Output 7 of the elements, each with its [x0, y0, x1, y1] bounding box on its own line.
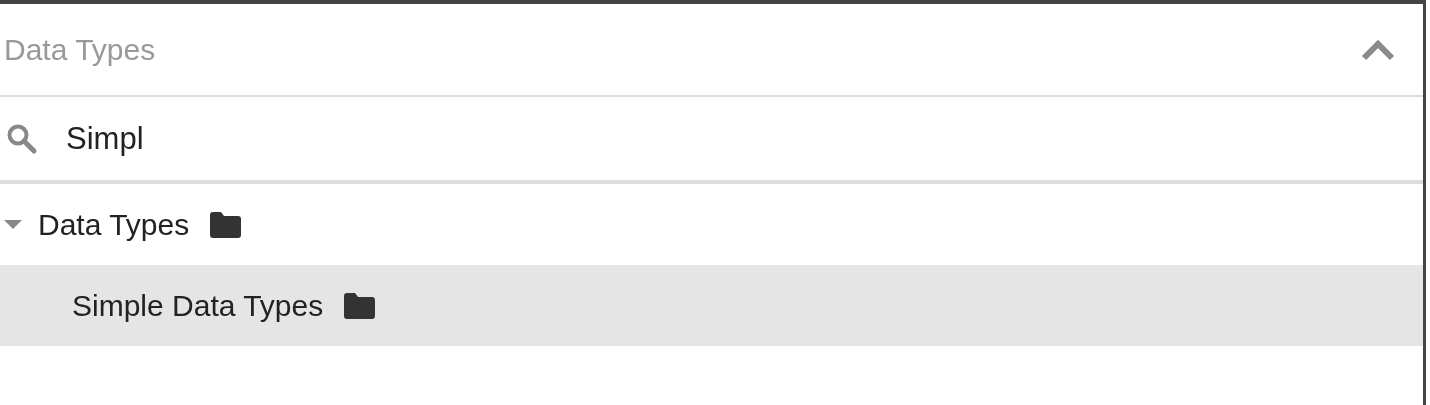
search-icon: [6, 122, 38, 155]
panel-title: Data Types: [4, 32, 156, 67]
tree-item[interactable]: Simple Data Types: [0, 265, 1423, 346]
folder-icon: [209, 210, 243, 239]
search-field[interactable]: Simpl: [66, 120, 866, 157]
folder-icon: [343, 291, 377, 320]
tree-item[interactable]: Data Types: [0, 184, 1423, 265]
